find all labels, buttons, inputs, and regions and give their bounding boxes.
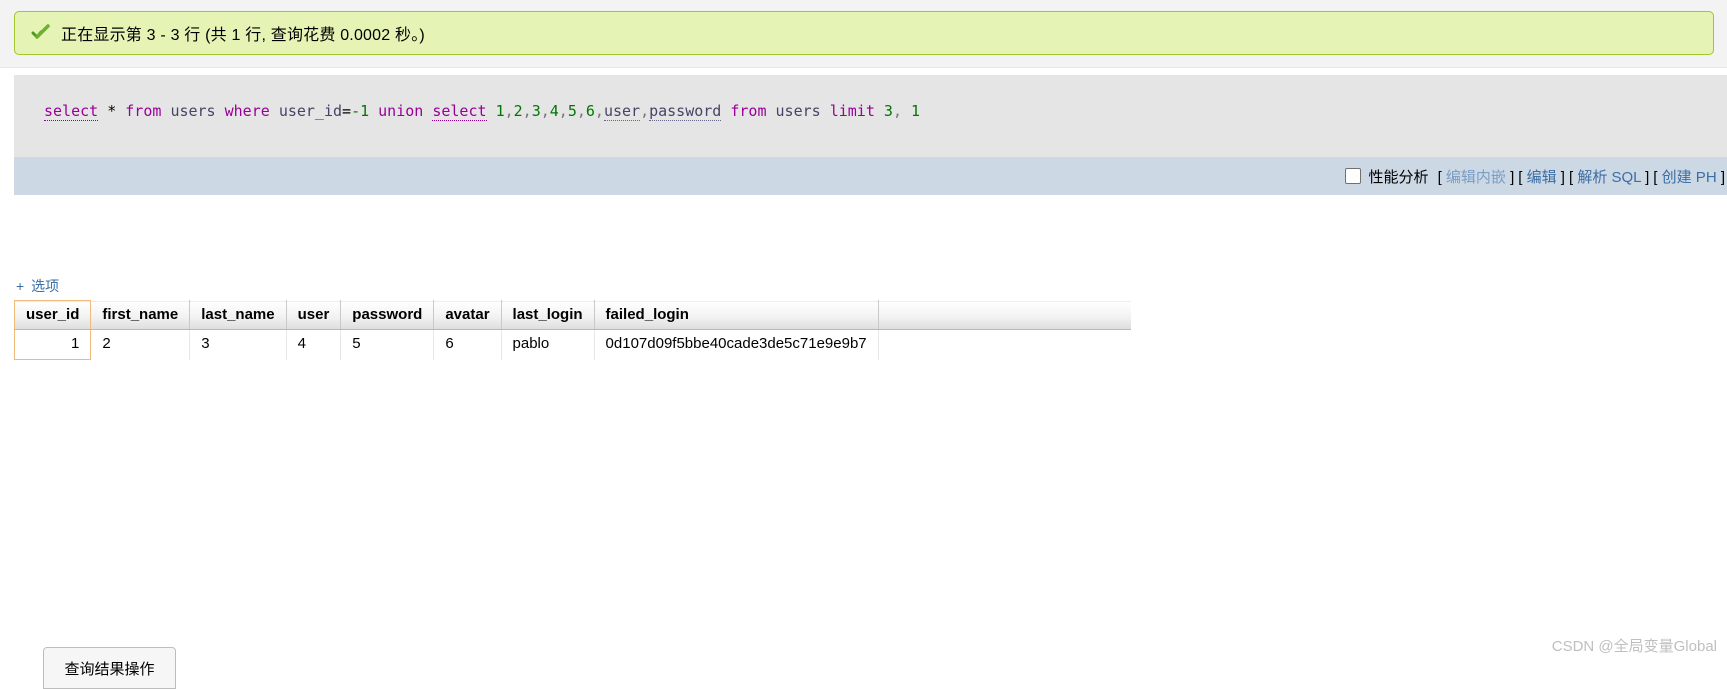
sql-token: users [775,102,821,120]
sql-token: 3 [531,102,541,120]
sql-token: select [44,102,99,121]
sql-token: password [649,102,722,121]
toolbar-link[interactable]: 解析 SQL [1577,169,1641,186]
toolbar-links: [ 编辑内嵌 ][ 编辑 ][ 解析 SQL ][ 创建 PH ] [1436,166,1727,187]
column-header[interactable]: user [286,300,342,330]
sql-token: -1 [351,102,370,120]
table-row[interactable]: 1 2 3 4 5 6 pablo 0d107d09f5bbe40cade3de5c71e9e… [13,329,1131,360]
table-cell[interactable]: 6 [433,329,502,360]
results-area: + 选项 user_id first_name last_name user passw… [0,195,1727,689]
column-header[interactable]: password [340,300,435,330]
sql-token: limit [829,102,875,120]
query-result-actions-button[interactable]: 查询结果操作 [43,647,176,689]
sql-token: , [640,102,650,120]
sql-token: select [432,102,487,121]
options-toggle[interactable]: + 选项 [16,276,59,296]
sql-token: 1 [911,102,921,120]
sql-token: 5 [567,102,577,120]
table-cell[interactable]: 0d107d09f5bbe40cade3de5c71e9e9b7 [594,329,879,360]
sql-token: , [594,102,604,120]
profiling-label: 性能分析 [1368,168,1429,186]
sql-token: user [603,102,641,121]
sql-token: users [170,102,216,120]
sql-token: * [107,102,117,120]
sql-token: 4 [549,102,559,120]
table-cell[interactable]: 2 [90,329,191,360]
sql-action-toolbar: 性能分析 [ 编辑内嵌 ][ 编辑 ][ 解析 SQL ][ 创建 PH ] [14,157,1727,195]
bracket-open: [ [1653,168,1662,186]
green-check-icon [31,23,51,43]
results-table: user_id first_name last_name user password av… [13,300,1131,360]
sql-token: , [540,102,550,120]
toolbar-link[interactable]: 编辑 [1527,169,1557,186]
column-header[interactable]: first_name [90,300,191,330]
table-header-row: user_id first_name last_name user password av… [13,300,1131,330]
sql-token: , [504,102,514,120]
column-header[interactable]: avatar [433,300,502,330]
sql-token: from [730,102,767,120]
sql-token: user_id [278,102,343,120]
toolbar-link-group: [ 编辑内嵌 ] [1438,169,1515,186]
column-header-filler [878,300,1131,330]
sql-token: 1 [495,102,505,120]
table-cell[interactable]: 4 [286,329,342,360]
sql-token: , [558,102,568,120]
toolbar-link-group: [ 创建 PH ] [1653,169,1725,186]
sql-token: where [224,102,270,120]
plus-icon: + [16,278,25,294]
table-cell[interactable]: pablo [501,329,595,360]
notice-bar: 正在显示第 3 - 3 行 (共 1 行, 查询花费 0.0002 秒。) [0,0,1727,68]
column-header[interactable]: last_login [501,300,595,330]
sql-token: 2 [513,102,523,120]
profiling-checkbox[interactable] [1344,168,1361,184]
bracket-close: ] [1716,168,1725,186]
column-header[interactable]: last_name [189,300,287,330]
toolbar-link[interactable]: 创建 PH [1662,169,1717,186]
bracket-close: ] [1505,168,1515,186]
sql-token: 3 [883,102,893,120]
sql-query-text[interactable]: select * from users where user_id=-1 uni… [44,102,921,121]
toolbar-link[interactable]: 编辑内嵌 [1446,169,1506,186]
notice-text: 正在显示第 3 - 3 行 (共 1 行, 查询花费 0.0002 秒。) [61,27,425,44]
table-cell[interactable]: 3 [189,329,287,360]
bracket-open: [ [1437,168,1446,186]
csdn-watermark: CSDN @全局变量Global [1551,638,1717,655]
table-cell[interactable]: 5 [340,329,435,360]
bracket-close: ] [1640,168,1650,186]
bracket-close: ] [1556,168,1565,186]
sql-token: , [576,102,586,120]
success-notice: 正在显示第 3 - 3 行 (共 1 行, 查询花费 0.0002 秒。) [14,11,1714,55]
sql-token: from [125,102,162,120]
sql-token: = [342,102,352,120]
bracket-open: [ [1518,168,1527,186]
column-header[interactable]: failed_login [594,300,879,330]
sql-query-panel: select * from users where user_id=-1 uni… [14,75,1727,157]
toolbar-link-group: [ 解析 SQL ] [1569,169,1649,186]
toolbar-link-group: [ 编辑 ] [1518,169,1565,186]
table-cell-filler [878,329,1131,360]
table-cell[interactable]: 1 [13,329,92,360]
column-header[interactable]: user_id [13,300,92,330]
sql-token: , [522,102,532,120]
sql-token: 6 [585,102,595,120]
options-link[interactable]: 选项 [31,278,59,294]
sql-token: , [892,102,902,120]
sql-token: union [378,102,424,120]
